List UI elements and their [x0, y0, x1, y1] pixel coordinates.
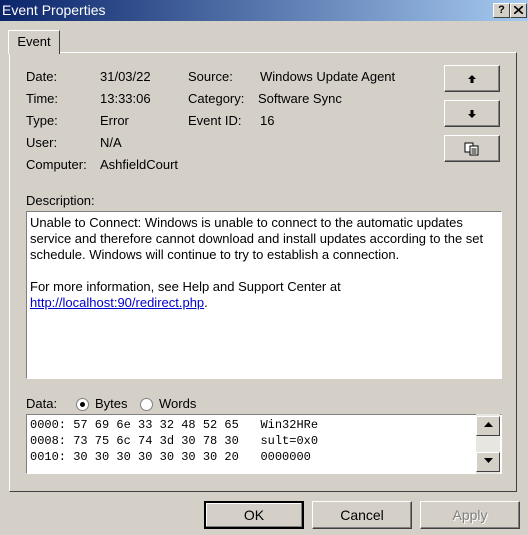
- scroll-up-icon: [483, 422, 493, 428]
- close-icon: [513, 5, 524, 15]
- description-line: service and therefore cannot download an…: [30, 231, 484, 246]
- event-id-value: 16: [260, 113, 275, 128]
- apply-button[interactable]: Apply: [420, 501, 520, 529]
- data-label: Data:: [26, 396, 58, 411]
- time-value: 13:33:06: [100, 91, 151, 106]
- date-value: 31/03/22: [100, 69, 151, 84]
- scroll-down-button[interactable]: [476, 452, 500, 472]
- type-label: Type:: [26, 113, 58, 128]
- close-button[interactable]: [510, 3, 527, 18]
- arrow-up-icon: [468, 74, 476, 83]
- copy-icon: [464, 142, 479, 156]
- help-button[interactable]: ?: [493, 3, 510, 18]
- next-event-button[interactable]: [444, 100, 500, 127]
- source-value: Windows Update Agent: [260, 69, 396, 84]
- scroll-down-icon: [483, 458, 493, 464]
- words-label[interactable]: Words: [159, 396, 196, 411]
- data-scrollbar[interactable]: [476, 414, 500, 474]
- arrow-down-icon: [468, 109, 476, 118]
- category-label: Category:: [188, 91, 245, 106]
- data-box[interactable]: 0000: 57 69 6e 33 32 48 52 65 Win32HRe 0…: [26, 414, 502, 474]
- previous-event-button[interactable]: [444, 65, 500, 92]
- description-line: For more information, see Help and Suppo…: [30, 279, 341, 294]
- link-suffix: .: [204, 295, 208, 310]
- user-value: N/A: [100, 135, 122, 150]
- description-line: Unable to Connect: Windows is unable to …: [30, 215, 463, 230]
- time-label: Time:: [26, 91, 59, 106]
- tab-event[interactable]: Event: [8, 30, 60, 54]
- category-value: Software Sync: [258, 91, 342, 106]
- description-box[interactable]: Unable to Connect: Windows is unable to …: [26, 211, 502, 379]
- bytes-radio[interactable]: [76, 398, 89, 411]
- radio-selected-dot: [80, 402, 85, 407]
- data-row: 0000: 57 69 6e 33 32 48 52 65 Win32HRe: [30, 418, 319, 432]
- computer-label: Computer:: [26, 157, 87, 172]
- user-label: User:: [26, 135, 58, 150]
- type-value: Error: [100, 113, 129, 128]
- computer-value: AshfieldCourt: [100, 157, 179, 172]
- bytes-label[interactable]: Bytes: [95, 396, 128, 411]
- help-link[interactable]: http://localhost:90/redirect.php: [30, 295, 204, 310]
- ok-button[interactable]: OK: [204, 501, 304, 529]
- event-id-label: Event ID:: [188, 113, 242, 128]
- copy-button[interactable]: [444, 135, 500, 162]
- data-row: 0010: 30 30 30 30 30 30 30 20 0000000: [30, 450, 311, 464]
- description-label: Description:: [26, 193, 95, 208]
- date-label: Date:: [26, 69, 58, 84]
- data-row: 0008: 73 75 6c 74 3d 30 78 30 sult=0x0: [30, 434, 319, 448]
- words-radio[interactable]: [140, 398, 153, 411]
- title-bar: Event Properties ?: [0, 0, 528, 21]
- source-label: Source:: [188, 69, 233, 84]
- window-title: Event Properties: [2, 2, 106, 18]
- description-line: schedule. Windows will continue to try t…: [30, 247, 400, 262]
- scroll-up-button[interactable]: [476, 416, 500, 436]
- cancel-button[interactable]: Cancel: [312, 501, 412, 529]
